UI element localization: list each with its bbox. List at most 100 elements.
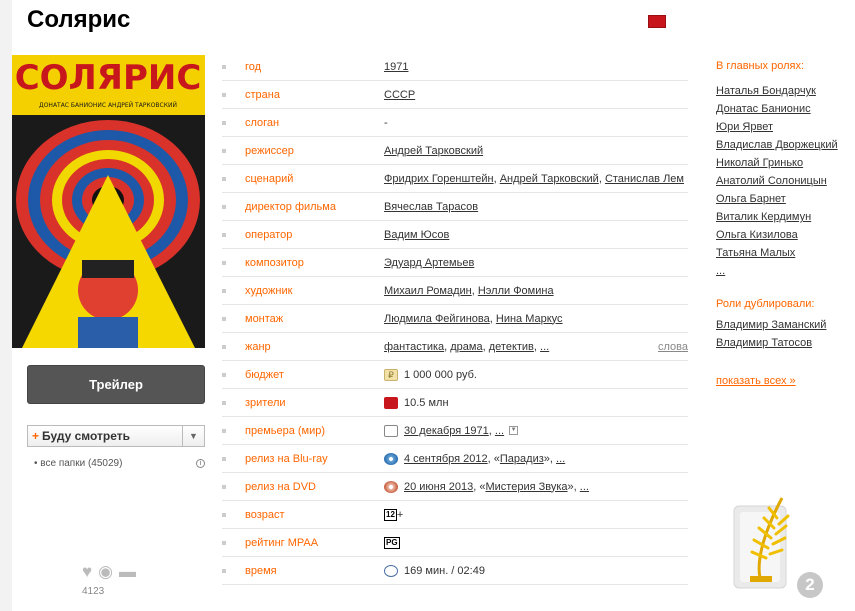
bullet bbox=[222, 65, 226, 69]
add-to-folder-select[interactable]: + Буду смотреть ▼ bbox=[27, 425, 205, 447]
keywords-link[interactable]: слова bbox=[658, 341, 688, 353]
actor-link[interactable]: Ольга Кизилова bbox=[716, 226, 855, 244]
genre-more-link[interactable]: ... bbox=[540, 341, 549, 353]
director-link[interactable]: Андрей Тарковский bbox=[384, 145, 483, 157]
writer-link[interactable]: Станислав Лем bbox=[605, 173, 684, 185]
actor-link[interactable]: Ольга Барнет bbox=[716, 190, 855, 208]
movie-poster[interactable]: СОЛЯРИС ДОНАТАС БАНИОНИС АНДРЕЙ ТАРКОВСК… bbox=[12, 55, 205, 348]
expand-icon[interactable]: ▼ bbox=[509, 426, 519, 435]
slogan-value: - bbox=[384, 116, 388, 129]
info-row-age: возраст 12 + bbox=[222, 501, 688, 529]
likes-count: 4123 bbox=[82, 586, 105, 597]
info-row-slogan: слоган - bbox=[222, 109, 688, 137]
all-folders-link[interactable]: • все папки (45029) bbox=[34, 458, 122, 469]
dvd-date-link[interactable]: 20 июня 2013 bbox=[404, 481, 473, 493]
genre-link[interactable]: фантастика bbox=[384, 341, 444, 353]
poster-title: СОЛЯРИС bbox=[15, 58, 202, 98]
movie-info-table: год 1971 страна СССР слоган - режиссер А… bbox=[222, 53, 688, 585]
info-label: оператор bbox=[245, 228, 293, 241]
info-row-editing: монтаж Людмила Фейгинова, Нина Маркус bbox=[222, 305, 688, 333]
dubber-link[interactable]: Владимир Заманский bbox=[716, 316, 855, 334]
country-link[interactable]: СССР bbox=[384, 89, 415, 101]
dub-heading: Роли дублировали: bbox=[716, 298, 815, 310]
bullet bbox=[222, 121, 226, 125]
bluray-company-link[interactable]: Парадиз bbox=[500, 453, 544, 465]
info-label: страна bbox=[245, 88, 280, 101]
quote-close: » bbox=[567, 480, 574, 493]
flag-icon bbox=[384, 396, 398, 409]
artist-link[interactable]: Нэлли Фомина bbox=[478, 285, 554, 297]
composer-link[interactable]: Эдуард Артемьев bbox=[384, 257, 474, 269]
quote-close: » bbox=[543, 452, 550, 465]
bullet bbox=[222, 317, 226, 321]
info-label: премьера (мир) bbox=[245, 424, 326, 437]
actor-link[interactable]: Николай Гринько bbox=[716, 154, 855, 172]
info-label: композитор bbox=[245, 256, 304, 269]
chevron-down-icon[interactable]: ▼ bbox=[182, 426, 204, 446]
actor-link[interactable]: Владислав Дворжецкий bbox=[716, 136, 855, 154]
mpaa-rating-badge[interactable]: PG bbox=[384, 536, 400, 549]
folder-select-label: Буду смотреть bbox=[42, 429, 131, 443]
bullet bbox=[222, 345, 226, 349]
info-label: художник bbox=[245, 284, 293, 297]
writer-link[interactable]: Фридрих Горенштейн bbox=[384, 173, 494, 185]
bullet bbox=[222, 177, 226, 181]
info-row-genre: жанр фантастика, драма, детектив, ... сл… bbox=[222, 333, 688, 361]
info-row-time: время 169 мин. / 02:49 bbox=[222, 557, 688, 585]
info-row-premiere: премьера (мир) 30 декабря 1971, ... ▼ bbox=[222, 417, 688, 445]
actor-link[interactable]: Виталик Кердимун bbox=[716, 208, 855, 226]
info-row-viewers: зрители 10.5 млн bbox=[222, 389, 688, 417]
country-flag-icon bbox=[648, 15, 666, 28]
coin-icon: ₽ bbox=[384, 368, 398, 381]
comment-icon[interactable]: ▬ bbox=[119, 562, 136, 582]
eye-icon[interactable]: ◉ bbox=[98, 562, 113, 582]
trailer-button[interactable]: Трейлер bbox=[27, 365, 205, 404]
bullet bbox=[222, 485, 226, 489]
bluray-disc-icon bbox=[384, 452, 398, 465]
bullet bbox=[222, 513, 226, 517]
info-row-bluray: релиз на Blu-ray 4 сентября 2012, «Парад… bbox=[222, 445, 688, 473]
premiere-more-link[interactable]: ... bbox=[495, 425, 504, 437]
actor-link[interactable]: Татьяна Малых bbox=[716, 244, 855, 262]
genre-link[interactable]: детектив bbox=[489, 341, 534, 353]
operator-link[interactable]: Вадим Юсов bbox=[384, 229, 449, 241]
palme-award-icon[interactable] bbox=[726, 488, 806, 598]
show-all-cast-link[interactable]: показать всех » bbox=[716, 375, 855, 387]
info-row-artist: художник Михаил Ромадин, Нэлли Фомина bbox=[222, 277, 688, 305]
editor-link[interactable]: Нина Маркус bbox=[496, 313, 563, 325]
artist-link[interactable]: Михаил Ромадин bbox=[384, 285, 472, 297]
dvd-more-link[interactable]: ... bbox=[580, 481, 589, 493]
info-label: рейтинг MPAA bbox=[245, 536, 319, 549]
calendar-icon bbox=[384, 424, 398, 437]
bullet bbox=[222, 569, 226, 573]
page-title: Солярис bbox=[27, 6, 131, 33]
actor-link[interactable]: Юри Ярвет bbox=[716, 118, 855, 136]
bullet bbox=[222, 373, 226, 377]
editor-link[interactable]: Людмила Фейгинова bbox=[384, 313, 490, 325]
dvd-company-link[interactable]: Мистерия Звука bbox=[486, 481, 568, 493]
writer-link[interactable]: Андрей Тарковский bbox=[500, 173, 599, 185]
info-label: режиссер bbox=[245, 144, 294, 157]
actor-link[interactable]: Донатас Банионис bbox=[716, 100, 855, 118]
bluray-more-link[interactable]: ... bbox=[556, 453, 565, 465]
info-label: бюджет bbox=[245, 368, 284, 381]
actor-link[interactable]: Наталья Бондарчук bbox=[716, 82, 855, 100]
bullet bbox=[222, 233, 226, 237]
heart-icon[interactable]: ♥ bbox=[82, 562, 92, 582]
info-row-mpaa: рейтинг MPAA PG bbox=[222, 529, 688, 557]
cast-heading: В главных ролях: bbox=[716, 60, 805, 72]
dubber-link[interactable]: Владимир Татосов bbox=[716, 334, 855, 352]
award-count-badge[interactable]: 2 bbox=[797, 572, 823, 598]
poster-subtitle: ДОНАТАС БАНИОНИС АНДРЕЙ ТАРКОВСКИЙ bbox=[39, 102, 177, 109]
info-label: сценарий bbox=[245, 172, 294, 185]
premiere-date-link[interactable]: 30 декабря 1971 bbox=[404, 425, 489, 437]
actor-link[interactable]: Анатолий Солоницын bbox=[716, 172, 855, 190]
bullet bbox=[222, 205, 226, 209]
producer-link[interactable]: Вячеслав Тарасов bbox=[384, 201, 478, 213]
info-icon[interactable]: i bbox=[196, 459, 205, 468]
genre-link[interactable]: драма bbox=[450, 341, 482, 353]
year-link[interactable]: 1971 bbox=[384, 61, 408, 73]
more-actors-link[interactable]: ... bbox=[716, 262, 855, 280]
info-row-operator: оператор Вадим Юсов bbox=[222, 221, 688, 249]
bluray-date-link[interactable]: 4 сентября 2012 bbox=[404, 453, 488, 465]
